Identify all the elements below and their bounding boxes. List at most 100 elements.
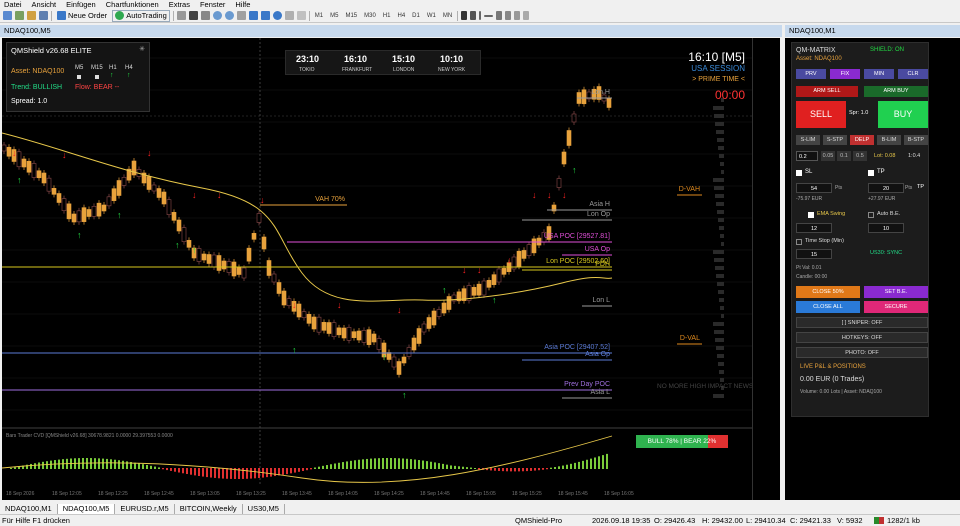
timeframe-h1[interactable]: H1 bbox=[381, 13, 393, 19]
close-all-button[interactable]: CLOSE ALL bbox=[796, 301, 860, 313]
auto-be-checkbox[interactable] bbox=[868, 212, 874, 218]
tp-toggle[interactable]: TP bbox=[917, 184, 924, 190]
bar-chart-icon[interactable] bbox=[176, 11, 186, 20]
timeframe-h4[interactable]: H4 bbox=[395, 13, 407, 19]
be-input[interactable]: 10 bbox=[868, 223, 904, 233]
horizontal-line-icon[interactable] bbox=[484, 14, 494, 17]
hotkeys-toggle[interactable]: HOTKEYS: OFF bbox=[796, 332, 928, 343]
zoom-out-icon[interactable] bbox=[224, 11, 234, 20]
ema-input[interactable]: 12 bbox=[796, 223, 832, 233]
photo-toggle[interactable]: PHOTO: OFF bbox=[796, 347, 928, 358]
navigator-icon[interactable] bbox=[39, 11, 48, 20]
panel-window-title[interactable]: NDAQ100,M1 bbox=[785, 25, 960, 37]
timeframe-m30[interactable]: M30 bbox=[362, 13, 378, 19]
chart-tab[interactable]: US30,M5 bbox=[243, 504, 285, 514]
chart-tab[interactable]: NDAQ100,M1 bbox=[0, 504, 58, 514]
vertical-line-icon[interactable] bbox=[479, 11, 482, 20]
s-lim-button[interactable]: S-LIM bbox=[796, 135, 820, 145]
candle bbox=[181, 227, 187, 242]
candle bbox=[101, 204, 107, 212]
menu-tools[interactable]: Extras bbox=[169, 0, 190, 9]
ema-checkbox[interactable] bbox=[808, 212, 814, 218]
time-stop-input[interactable]: 15 bbox=[796, 249, 832, 259]
timeframe-m5[interactable]: M5 bbox=[328, 13, 340, 19]
menu-view[interactable]: Ansicht bbox=[32, 0, 57, 9]
price-axis[interactable] bbox=[752, 38, 780, 500]
cursor-icon[interactable] bbox=[461, 11, 468, 20]
tile-icon[interactable] bbox=[236, 11, 246, 20]
text-icon[interactable] bbox=[523, 11, 530, 20]
menu-file[interactable]: Datei bbox=[4, 0, 22, 9]
tab-clr[interactable]: CLR bbox=[898, 69, 928, 79]
lot-input[interactable]: 0.2 bbox=[796, 151, 818, 161]
tab-fix[interactable]: FIX bbox=[830, 69, 860, 79]
trendline-icon[interactable] bbox=[496, 11, 503, 20]
sell-button[interactable]: SELL bbox=[796, 101, 846, 128]
timeframe-m15[interactable]: M15 bbox=[343, 13, 359, 19]
delp-button[interactable]: DELP bbox=[850, 135, 874, 145]
templates-icon[interactable] bbox=[296, 11, 306, 20]
time-stop-checkbox[interactable] bbox=[796, 239, 802, 245]
cvd-bar bbox=[86, 458, 88, 469]
candle bbox=[266, 260, 272, 276]
chart-shift-icon[interactable] bbox=[260, 11, 270, 20]
candle-chart-icon[interactable] bbox=[188, 11, 198, 20]
b-lim-button[interactable]: B-LIM bbox=[877, 135, 901, 145]
sl-checkbox[interactable] bbox=[796, 170, 802, 176]
new-chart-icon[interactable] bbox=[3, 11, 12, 20]
candle bbox=[241, 267, 247, 279]
timeframe-w1[interactable]: W1 bbox=[425, 13, 438, 19]
cvd-bar bbox=[270, 468, 272, 477]
set-be-button[interactable]: SET B.E. bbox=[864, 286, 928, 298]
candle bbox=[361, 330, 367, 343]
tp-checkbox[interactable] bbox=[868, 170, 874, 176]
timeframe-d1[interactable]: D1 bbox=[410, 13, 422, 19]
menu-window[interactable]: Fenster bbox=[200, 0, 225, 9]
lot-preset-05[interactable]: 0.5 bbox=[853, 151, 867, 161]
info-box-close-icon[interactable]: ✳ bbox=[139, 45, 145, 53]
chart-window-title[interactable]: NDAQ100,M5 bbox=[0, 25, 782, 37]
chart-tab-active[interactable]: NDAQ100,M5 bbox=[57, 504, 116, 514]
market-watch-icon[interactable] bbox=[27, 11, 36, 20]
timeframe-mn[interactable]: MN bbox=[441, 13, 454, 19]
crosshair-icon[interactable] bbox=[470, 11, 477, 20]
tp-input[interactable]: 20 bbox=[868, 183, 904, 193]
fibonacci-icon[interactable] bbox=[514, 11, 521, 20]
candle bbox=[246, 247, 252, 262]
s-stp-button[interactable]: S-STP bbox=[823, 135, 847, 145]
chart-tab[interactable]: EURUSD.r,M5 bbox=[115, 504, 175, 514]
menu-charts[interactable]: Chartfunktionen bbox=[106, 0, 159, 9]
lot-preset-005[interactable]: 0.05 bbox=[821, 151, 835, 161]
menu-help[interactable]: Hilfe bbox=[235, 0, 250, 9]
arm-buy-button[interactable]: ARM BUY bbox=[864, 86, 928, 97]
chart-tab[interactable]: BITCOIN,Weekly bbox=[175, 504, 243, 514]
autoscroll-icon[interactable] bbox=[248, 11, 258, 20]
autotrading-button[interactable]: AutoTrading bbox=[112, 9, 170, 22]
sl-input[interactable]: 54 bbox=[796, 183, 832, 193]
menu-insert[interactable]: Einfügen bbox=[66, 0, 96, 9]
periods-icon[interactable] bbox=[284, 11, 294, 20]
sell-arrow-icon: ↓ bbox=[337, 300, 342, 310]
status-profile[interactable]: QMShield-Pro bbox=[515, 515, 562, 526]
tab-min[interactable]: MIN bbox=[864, 69, 894, 79]
new-order-button[interactable]: Neue Order bbox=[55, 10, 109, 22]
volume-profile-bar bbox=[717, 138, 724, 142]
close-50-button[interactable]: CLOSE 50% bbox=[796, 286, 860, 298]
cvd-bar bbox=[46, 461, 48, 469]
tab-prv[interactable]: PRV bbox=[796, 69, 826, 79]
sniper-toggle[interactable]: [ ] SNIPER: OFF bbox=[796, 317, 928, 328]
profiles-icon[interactable] bbox=[15, 11, 24, 20]
zoom-in-icon[interactable] bbox=[212, 11, 222, 20]
arm-sell-button[interactable]: ARM SELL bbox=[796, 86, 858, 97]
b-stp-button[interactable]: B-STP bbox=[904, 135, 928, 145]
indicators-icon[interactable] bbox=[272, 11, 282, 20]
channel-icon[interactable] bbox=[505, 11, 512, 20]
buy-arrow-icon: ↑ bbox=[292, 345, 297, 355]
timeframe-m1[interactable]: M1 bbox=[313, 13, 325, 19]
lot-preset-01[interactable]: 0.1 bbox=[837, 151, 851, 161]
price-chart[interactable]: Lon.H D-VAH VAH 70% Asia H Lon Op USA POC [29… bbox=[2, 38, 780, 500]
candle bbox=[41, 172, 47, 184]
line-chart-icon[interactable] bbox=[200, 11, 210, 20]
secure-button[interactable]: SECURE bbox=[864, 301, 928, 313]
buy-button[interactable]: BUY bbox=[878, 101, 928, 128]
